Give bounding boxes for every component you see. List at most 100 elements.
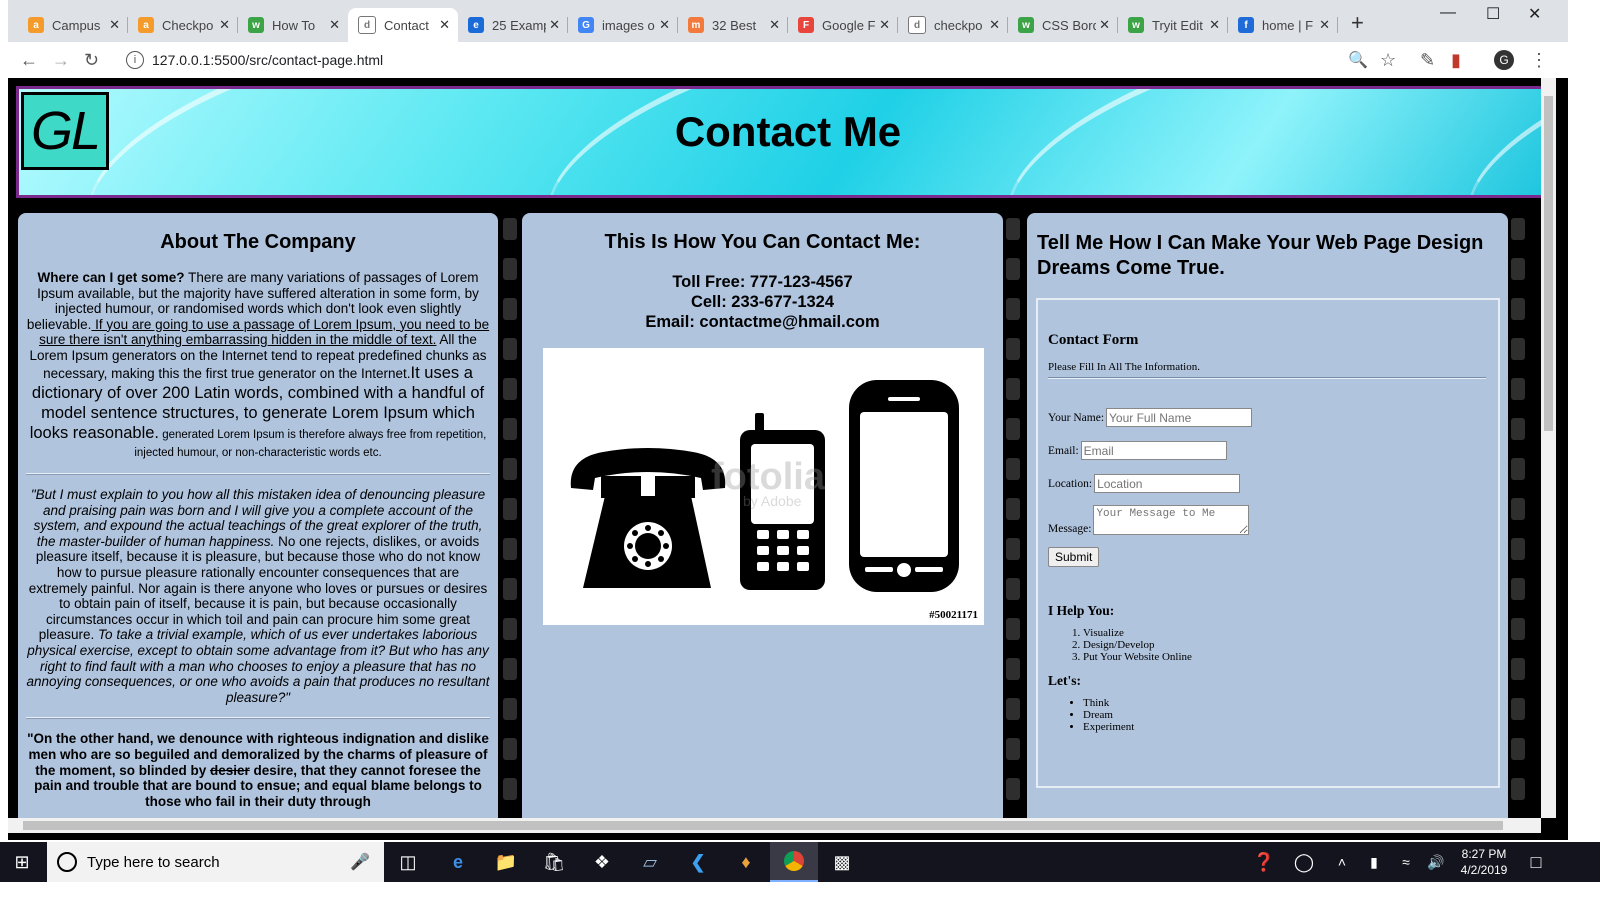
gitkraken-icon[interactable]: ♦ bbox=[734, 850, 758, 874]
film-strip-hole bbox=[503, 298, 517, 320]
tab-close-icon[interactable]: ✕ bbox=[549, 17, 560, 33]
browser-tab[interactable]: a Campus ✕ bbox=[18, 8, 128, 42]
tab-label: home | F bbox=[1262, 17, 1314, 33]
site-info-icon[interactable]: i bbox=[126, 51, 144, 69]
file-explorer-icon[interactable]: 📁 bbox=[494, 850, 518, 874]
tab-close-icon[interactable]: ✕ bbox=[1209, 17, 1220, 33]
notifications-icon[interactable]: □ bbox=[1524, 850, 1548, 874]
system-clock[interactable]: 8:27 PM 4/2/2019 bbox=[1456, 846, 1512, 878]
task-view-icon[interactable]: ◫ bbox=[396, 850, 420, 874]
film-strip-hole bbox=[1511, 218, 1525, 240]
bookmark-star-icon[interactable]: ☆ bbox=[1380, 50, 1396, 71]
profile-avatar[interactable]: G bbox=[1494, 50, 1514, 70]
new-tab-button[interactable]: + bbox=[1351, 10, 1364, 36]
tab-close-icon[interactable]: ✕ bbox=[109, 17, 120, 33]
tab-close-icon[interactable]: ✕ bbox=[1099, 17, 1110, 33]
pdf-extension-icon[interactable]: ▮ bbox=[1451, 50, 1461, 71]
volume-icon[interactable]: 🔊 bbox=[1424, 850, 1448, 874]
lets-heading: Let's: bbox=[1048, 673, 1081, 688]
back-icon[interactable]: ← bbox=[20, 50, 38, 71]
message-textarea[interactable] bbox=[1093, 505, 1250, 535]
vscode-icon[interactable]: ❮ bbox=[686, 850, 710, 874]
browser-tab[interactable]: F Google F ✕ bbox=[788, 8, 898, 42]
browser-tab[interactable]: m 32 Best ✕ bbox=[678, 8, 788, 42]
wifi-icon[interactable]: ≈ bbox=[1394, 850, 1418, 874]
tab-close-icon[interactable]: ✕ bbox=[989, 17, 1000, 33]
eyedropper-icon[interactable]: ✎ bbox=[1420, 50, 1435, 71]
vertical-scroll-thumb[interactable] bbox=[1544, 96, 1553, 431]
browser-tab[interactable]: a Checkpo ✕ bbox=[128, 8, 238, 42]
edge-icon[interactable]: e bbox=[446, 850, 470, 874]
tab-close-icon[interactable]: ✕ bbox=[879, 17, 890, 33]
address-bar[interactable]: i 127.0.0.1:5500/src/contact-page.html bbox=[120, 46, 1410, 74]
forward-icon[interactable]: → bbox=[52, 50, 70, 71]
close-window-button[interactable]: ✕ bbox=[1528, 4, 1541, 24]
film-strip-hole bbox=[1006, 658, 1020, 680]
form-column: Tell Me How I Can Make Your Web Page Des… bbox=[1027, 213, 1508, 818]
people-icon[interactable]: ◯ bbox=[1292, 850, 1316, 874]
help-icon[interactable]: ❓ bbox=[1252, 850, 1276, 874]
browser-tab[interactable]: d checkpo ✕ bbox=[898, 8, 1008, 42]
browser-tab[interactable]: w How To ✕ bbox=[238, 8, 348, 42]
name-input[interactable] bbox=[1106, 408, 1253, 427]
contact-column: This Is How You Can Contact Me: Toll Fre… bbox=[522, 213, 1003, 818]
email-input[interactable] bbox=[1080, 441, 1227, 460]
tab-close-icon[interactable]: ✕ bbox=[439, 17, 450, 33]
strikethrough-text: desier bbox=[209, 762, 250, 778]
terminal-icon[interactable]: ▩ bbox=[830, 850, 854, 874]
location-input[interactable] bbox=[1094, 474, 1241, 493]
minimize-button[interactable]: — bbox=[1440, 4, 1456, 22]
film-strip-hole bbox=[503, 458, 517, 480]
browser-tab[interactable]: w CSS Bord ✕ bbox=[1008, 8, 1118, 42]
battery-icon[interactable]: ▮ bbox=[1362, 850, 1386, 874]
clock-time: 8:27 PM bbox=[1461, 847, 1507, 861]
reload-icon[interactable]: ↻ bbox=[84, 50, 99, 71]
film-strip-hole bbox=[503, 538, 517, 560]
chrome-taskbar-button[interactable] bbox=[770, 842, 818, 882]
tab-strip: a Campus ✕ a Checkpo ✕ w How To ✕ d Contact ✕ e 25 Ex… bbox=[8, 0, 1568, 42]
microphone-icon[interactable]: 🎤 bbox=[350, 852, 370, 872]
film-strip-hole bbox=[503, 778, 517, 800]
start-windows-icon[interactable]: ⊞ bbox=[10, 850, 34, 874]
submit-button[interactable]: Submit bbox=[1048, 547, 1100, 567]
taskbar-search[interactable]: Type here to search 🎤 bbox=[47, 842, 384, 882]
tab-favicon-icon: F bbox=[798, 17, 814, 33]
name-row: Your Name: bbox=[1048, 408, 1486, 427]
film-strip-hole bbox=[1511, 258, 1525, 280]
page-title: Contact Me bbox=[674, 108, 902, 155]
browser-tab[interactable]: w Tryit Edit ✕ bbox=[1118, 8, 1228, 42]
browser-tab[interactable]: d Contact ✕ bbox=[348, 8, 458, 42]
vertical-scrollbar[interactable] bbox=[1541, 78, 1556, 818]
cell-number: Cell: 233-677-1324 bbox=[690, 293, 835, 311]
horizontal-scrollbar[interactable] bbox=[8, 818, 1541, 833]
menu-icon[interactable]: ⋮ bbox=[1530, 50, 1548, 71]
chevron-up-icon[interactable]: ˄ bbox=[1330, 850, 1354, 874]
about-underlined-text: If you are going to use a passage of Lor… bbox=[39, 316, 490, 348]
tab-close-icon[interactable]: ✕ bbox=[329, 17, 340, 33]
film-strip-hole bbox=[503, 578, 517, 600]
help-heading: I Help You: bbox=[1048, 603, 1115, 618]
film-strip-hole bbox=[1511, 458, 1525, 480]
about-bold-lead: Where can I get some? bbox=[37, 270, 185, 285]
browser-tab[interactable]: Gimages o ✕ bbox=[568, 8, 678, 42]
browser-tab[interactable]: f home | F ✕ bbox=[1228, 8, 1338, 42]
help-item: Put Your Website Online bbox=[1083, 651, 1486, 663]
tab-favicon-icon: w bbox=[1018, 17, 1034, 33]
tab-close-icon[interactable]: ✕ bbox=[1319, 17, 1330, 33]
tab-close-icon[interactable]: ✕ bbox=[659, 17, 670, 33]
notes-icon[interactable]: ▱ bbox=[638, 850, 662, 874]
film-strip-hole bbox=[503, 378, 517, 400]
zoom-icon[interactable]: 🔍 bbox=[1348, 50, 1368, 70]
film-strip-hole bbox=[1006, 538, 1020, 560]
film-strip-hole bbox=[1511, 578, 1525, 600]
dropbox-icon[interactable]: ❖ bbox=[590, 850, 614, 874]
browser-tab[interactable]: e 25 Examp ✕ bbox=[458, 8, 568, 42]
tab-label: Checkpo bbox=[162, 17, 214, 33]
tab-close-icon[interactable]: ✕ bbox=[769, 17, 780, 33]
maximize-button[interactable]: ☐ bbox=[1486, 4, 1500, 24]
tab-close-icon[interactable]: ✕ bbox=[219, 17, 230, 33]
film-strip-hole bbox=[1006, 618, 1020, 640]
horizontal-scroll-thumb[interactable] bbox=[23, 821, 1503, 830]
store-icon[interactable]: 🛍 bbox=[542, 850, 566, 874]
url-text: 127.0.0.1:5500/src/contact-page.html bbox=[152, 52, 384, 68]
